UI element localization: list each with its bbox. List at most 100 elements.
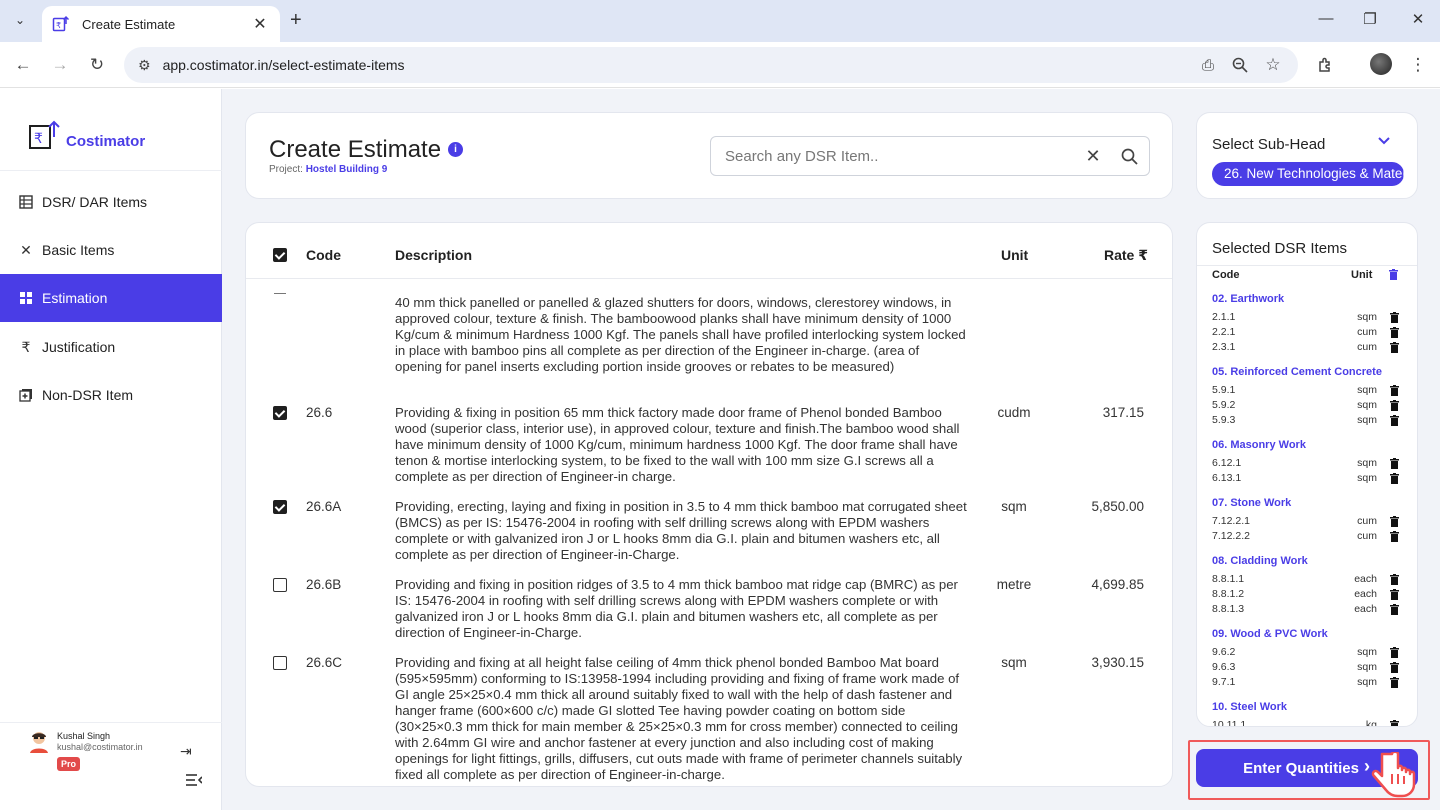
selected-item-code: 7.12.2.1 [1212, 515, 1250, 527]
forward-icon[interactable]: → [49, 54, 71, 76]
table-row-code: 26.6 [306, 405, 333, 420]
sidebar-item-basic-items[interactable]: ✕ Basic Items [0, 226, 222, 274]
delete-item-icon[interactable] [1390, 342, 1399, 353]
back-icon[interactable]: ← [12, 54, 34, 76]
sidebar-item-non-dsr-item[interactable]: Non-DSR Item [0, 371, 222, 419]
row-checkbox[interactable] [273, 406, 287, 420]
bookmark-star-icon[interactable]: ☆ [1262, 54, 1284, 76]
tab-close-icon[interactable]: ✕ [250, 14, 270, 34]
selected-item-unit: sqm [1357, 311, 1377, 323]
delete-item-icon[interactable] [1390, 327, 1399, 338]
tab-search-icon[interactable]: ⌄ [8, 8, 32, 32]
table-row-description: Providing, erecting, laying and fixing i… [395, 499, 967, 562]
selected-item-unit: sqm [1357, 472, 1377, 484]
delete-item-icon[interactable] [1390, 589, 1399, 600]
delete-item-icon[interactable] [1390, 312, 1399, 323]
delete-all-icon[interactable] [1389, 269, 1398, 280]
column-header-description: Description [395, 247, 473, 263]
selected-item-code: 8.8.1.2 [1212, 588, 1245, 600]
project-name[interactable]: Hostel Building 9 [306, 164, 388, 175]
costimator-logo-icon: ₹ [29, 120, 60, 149]
table-row-unit: sqm [1001, 499, 1027, 514]
selected-item-unit: sqm [1357, 384, 1377, 396]
selected-item-unit: cum [1357, 341, 1377, 353]
reload-icon[interactable]: ↻ [86, 54, 108, 76]
minimize-icon[interactable]: — [1316, 10, 1336, 27]
row-checkbox[interactable] [273, 578, 287, 592]
rupee-icon: ₹ [21, 338, 31, 355]
selected-item-code: 5.9.1 [1212, 384, 1236, 396]
info-icon[interactable]: i [448, 142, 463, 157]
chevron-down-icon[interactable] [1377, 133, 1391, 149]
delete-item-icon[interactable] [1390, 720, 1399, 727]
select-all-checkbox[interactable] [273, 248, 287, 262]
sidebar-item-justification[interactable]: ₹ Justification [0, 323, 222, 371]
delete-item-icon[interactable] [1390, 473, 1399, 484]
browser-menu-icon[interactable]: ⋮ [1407, 54, 1429, 76]
delete-item-icon[interactable] [1390, 516, 1399, 527]
sidebar-item-label: Justification [42, 339, 116, 355]
search-input[interactable] [725, 147, 1083, 165]
sidebar-item-label: Estimation [42, 290, 108, 306]
profile-avatar[interactable] [1370, 53, 1392, 75]
delete-item-icon[interactable] [1390, 400, 1399, 411]
table-row-description: Providing and fixing at all height false… [395, 655, 963, 782]
selected-item-unit: cum [1357, 326, 1377, 338]
brand-logo[interactable]: ₹ Costimator [28, 119, 145, 151]
delete-item-icon[interactable] [1390, 677, 1399, 688]
site-settings-icon[interactable]: ⚙ [138, 57, 151, 74]
window-close-icon[interactable]: ✕ [1408, 10, 1428, 28]
selected-item-code: 5.9.3 [1212, 414, 1236, 426]
sidebar-item-dsr-dar-items[interactable]: DSR/ DAR Items [0, 178, 222, 226]
selected-item-unit: sqm [1357, 457, 1377, 469]
selected-item-code: 5.9.2 [1212, 399, 1236, 411]
new-tab-icon[interactable]: + [290, 9, 302, 32]
delete-item-icon[interactable] [1390, 647, 1399, 658]
selected-item-unit: sqm [1357, 661, 1377, 673]
selected-item-code: 9.6.3 [1212, 661, 1236, 673]
delete-item-icon[interactable] [1390, 415, 1399, 426]
selected-item-unit: sqm [1357, 414, 1377, 426]
selected-item-code: 8.8.1.1 [1212, 573, 1245, 585]
costimator-favicon-icon: ₹ [52, 15, 70, 33]
dsr-items-table: Code Description Unit Rate ₹ 40 mm thick… [245, 222, 1173, 787]
delete-item-icon[interactable] [1390, 458, 1399, 469]
clear-icon[interactable]: ✕ [1083, 146, 1103, 167]
selected-item-unit: cum [1357, 515, 1377, 527]
browser-tab[interactable]: ₹ Create Estimate ✕ [42, 6, 280, 42]
table-row-unit: cudm [997, 405, 1031, 420]
extensions-icon[interactable] [1315, 54, 1337, 76]
table-row-rate: 3,930.15 [1091, 655, 1144, 670]
project-label: Project: [269, 164, 303, 175]
collapse-sidebar-icon[interactable] [186, 773, 203, 790]
delete-item-icon[interactable] [1390, 662, 1399, 673]
selected-item-unit: each [1354, 588, 1377, 600]
address-url: app.costimator.in/select-estimate-items [162, 57, 405, 73]
selected-item-unit: each [1354, 573, 1377, 585]
delete-item-icon[interactable] [1390, 574, 1399, 585]
selected-item-unit: sqm [1357, 676, 1377, 688]
row-checkbox[interactable] [273, 500, 287, 514]
selected-item-unit: sqm [1357, 399, 1377, 411]
selected-subhead-chip[interactable]: 26. New Technologies & Materials [1212, 162, 1404, 186]
restore-icon[interactable]: ❐ [1360, 10, 1380, 28]
delete-item-icon[interactable] [1390, 531, 1399, 542]
logout-icon[interactable]: ⇥ [180, 743, 192, 760]
app-root: ₹ Costimator DSR/ DAR Items ✕ Basic Item… [0, 89, 1440, 810]
browser-tab-bar: ⌄ ₹ Create Estimate ✕ + — ❐ ✕ [0, 0, 1440, 42]
svg-text:₹: ₹ [34, 131, 43, 147]
row-checkbox[interactable] [273, 656, 287, 670]
selected-item-unit: each [1354, 603, 1377, 615]
table-header-divider [246, 278, 1172, 279]
install-app-icon[interactable]: ⎙ [1197, 54, 1219, 76]
address-bar[interactable]: ⚙ app.costimator.in/select-estimate-item… [124, 47, 1298, 83]
zoom-icon[interactable] [1229, 54, 1251, 76]
selected-item-code: 10.11.1 [1212, 719, 1247, 727]
delete-item-icon[interactable] [1390, 604, 1399, 615]
search-icon[interactable] [1119, 146, 1139, 166]
enter-quantities-label: Enter Quantities [1243, 759, 1359, 777]
delete-item-icon[interactable] [1390, 385, 1399, 396]
grid-icon [18, 290, 34, 306]
selected-item-code: 9.7.1 [1212, 676, 1236, 688]
sidebar-item-estimation[interactable]: Estimation [0, 274, 222, 322]
